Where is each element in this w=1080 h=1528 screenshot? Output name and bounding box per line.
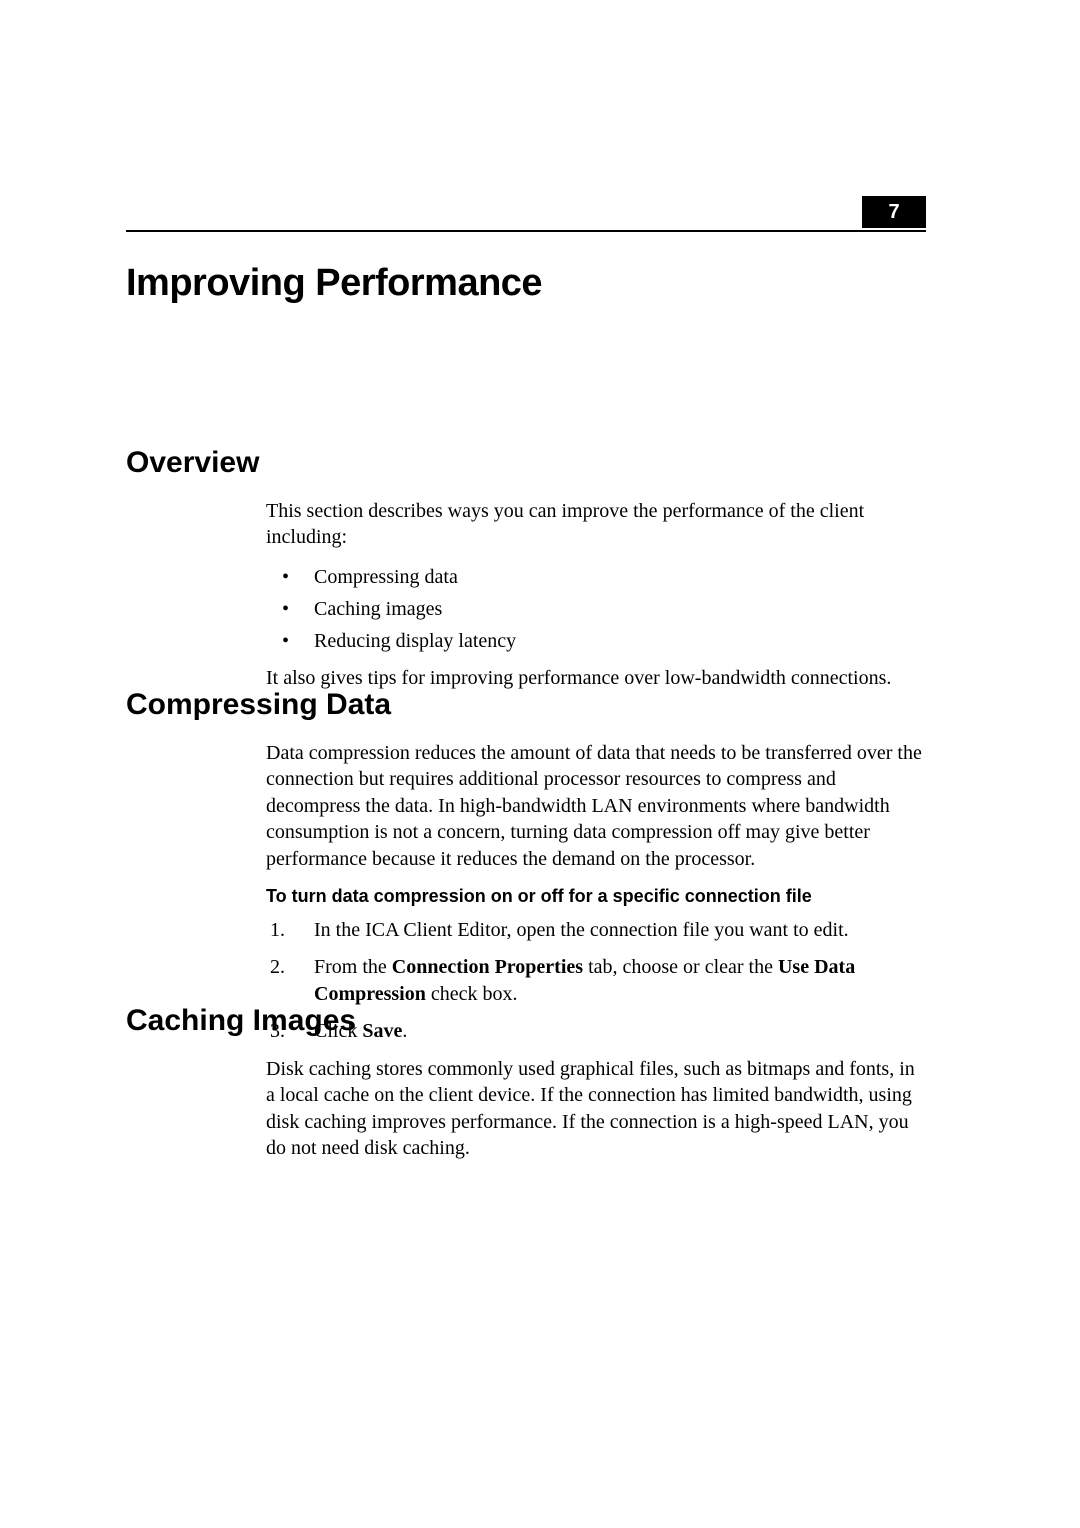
list-item: 2. From the Connection Properties tab, c…	[266, 954, 926, 1008]
page-title: Improving Performance	[126, 262, 542, 305]
overview-intro: This section describes ways you can impr…	[266, 498, 926, 551]
section-caching-images: Caching Images Disk caching stores commo…	[126, 1004, 926, 1172]
section-compressing-data: Compressing Data Data compression reduce…	[126, 688, 926, 1055]
list-item: Reducing display latency	[266, 625, 926, 657]
compressing-paragraph: Data compression reduces the amount of d…	[266, 740, 926, 872]
header-rule	[126, 230, 926, 232]
caching-paragraph: Disk caching stores commonly used graphi…	[266, 1056, 926, 1162]
chapter-number-badge: 7	[862, 196, 926, 228]
list-item: 1. In the ICA Client Editor, open the co…	[266, 917, 926, 944]
compressing-heading: Compressing Data	[126, 688, 926, 722]
step-text: In the ICA Client Editor, open the conne…	[314, 919, 849, 941]
overview-heading: Overview	[126, 446, 926, 480]
list-item: Caching images	[266, 593, 926, 625]
overview-bullet-list: Compressing data Caching images Reducing…	[266, 561, 926, 657]
step-text: From the Connection Properties tab, choo…	[314, 956, 855, 1005]
step-number: 2.	[270, 954, 285, 981]
step-number: 1.	[270, 917, 285, 944]
compressing-subhead: To turn data compression on or off for a…	[266, 886, 926, 907]
list-item: Compressing data	[266, 561, 926, 593]
caching-heading: Caching Images	[126, 1004, 926, 1038]
section-overview: Overview This section describes ways you…	[126, 446, 926, 701]
